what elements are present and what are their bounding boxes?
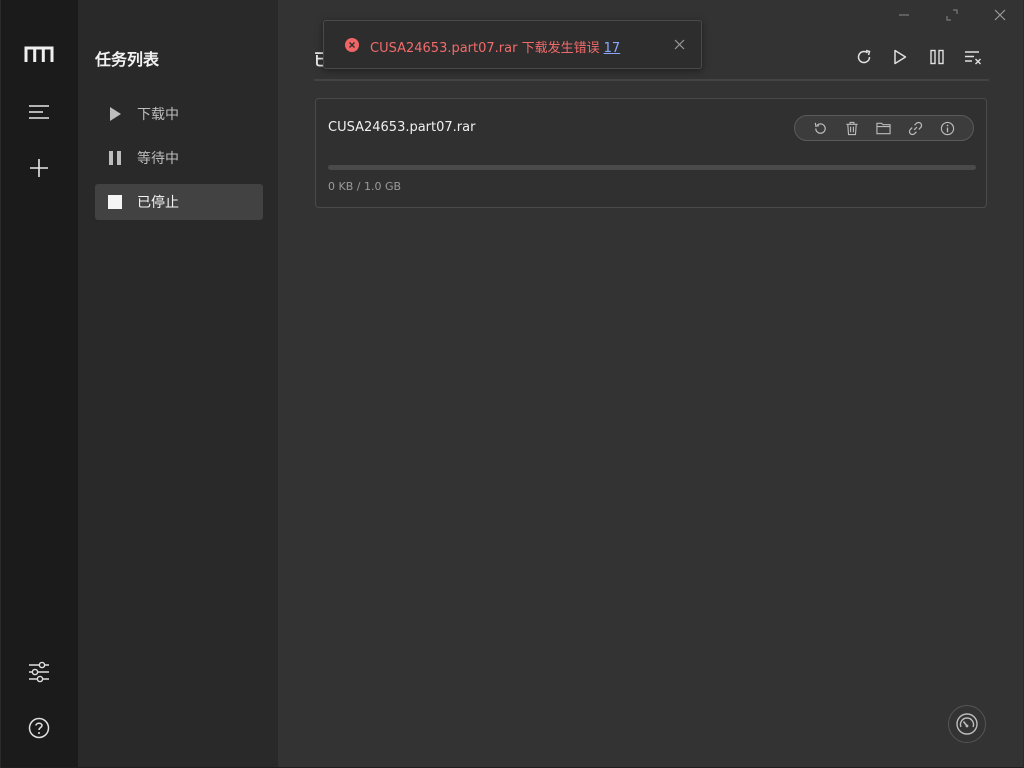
- error-icon: [345, 38, 359, 52]
- speed-meter-icon[interactable]: [948, 705, 986, 743]
- task-item[interactable]: CUSA24653.part07.rar 0 KB / 1.0 GB: [315, 98, 987, 208]
- task-size: 0 KB / 1.0 GB: [328, 180, 402, 193]
- pause-all-icon[interactable]: [926, 46, 948, 68]
- side-rail: [1, 0, 78, 767]
- clear-list-icon[interactable]: [962, 46, 984, 68]
- app-logo-icon[interactable]: [20, 36, 58, 74]
- task-list-menu-icon[interactable]: [20, 93, 58, 131]
- app-window: 任务列表 下载中 等待中 已停止 已 CUSA24653.part07.rar …: [1, 0, 1023, 768]
- resume-all-play-icon[interactable]: [889, 46, 911, 68]
- task-progress-bar: [328, 165, 976, 170]
- play-icon: [108, 107, 122, 121]
- toolbar-divider: [314, 79, 989, 81]
- nav-item-label: 已停止: [137, 195, 179, 211]
- task-actions: [794, 115, 974, 141]
- pause-icon: [108, 151, 122, 165]
- toast-count-link[interactable]: 17: [604, 41, 621, 56]
- open-folder-icon[interactable]: [875, 119, 893, 137]
- refresh-icon[interactable]: [853, 46, 875, 68]
- delete-task-icon[interactable]: [843, 119, 861, 137]
- task-info-icon[interactable]: [938, 119, 956, 137]
- stop-icon: [108, 195, 122, 209]
- nav-item-waiting[interactable]: 等待中: [95, 140, 263, 176]
- error-toast: CUSA24653.part07.rar 下载发生错误 17: [323, 20, 702, 69]
- nav-item-label: 等待中: [137, 151, 179, 167]
- help-icon[interactable]: [20, 709, 58, 747]
- nav-item-downloading[interactable]: 下载中: [95, 96, 263, 132]
- restart-task-icon[interactable]: [812, 119, 830, 137]
- task-name: CUSA24653.part07.rar: [328, 120, 476, 135]
- task-nav-panel: 任务列表 下载中 等待中 已停止: [78, 0, 278, 767]
- settings-sliders-icon[interactable]: [20, 653, 58, 691]
- close-window-icon[interactable]: [985, 4, 1015, 26]
- copy-link-icon[interactable]: [907, 119, 925, 137]
- minimize-icon[interactable]: [889, 4, 919, 26]
- main-panel: 已 CUSA24653.part07.rar 0 KB / 1.0 GB: [278, 0, 1023, 767]
- toast-message-row: CUSA24653.part07.rar 下载发生错误 17: [370, 37, 620, 56]
- nav-item-stopped[interactable]: 已停止: [95, 184, 263, 220]
- nav-item-label: 下载中: [137, 107, 179, 123]
- add-task-icon[interactable]: [20, 149, 58, 187]
- nav-title: 任务列表: [95, 50, 160, 69]
- toast-message: CUSA24653.part07.rar 下载发生错误: [370, 41, 600, 56]
- maximize-icon[interactable]: [937, 4, 967, 26]
- toast-close-icon[interactable]: [671, 36, 687, 52]
